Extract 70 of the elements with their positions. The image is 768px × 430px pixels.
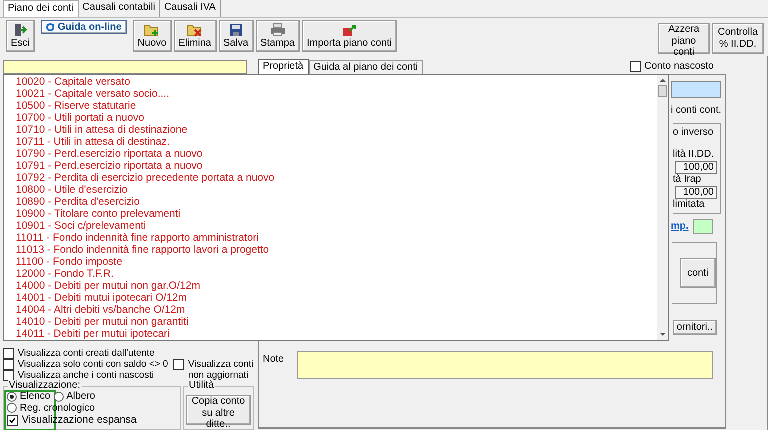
help-button[interactable]: Guida on-line [40, 20, 127, 34]
check-icon [9, 417, 16, 424]
accounts-button[interactable]: conti [680, 258, 716, 288]
account-item[interactable]: 10791 - Perd.esercizio riportata a nuovo [16, 160, 657, 172]
tab[interactable]: Causali contabili [78, 0, 160, 17]
account-item[interactable]: 10021 - Capitale versato socio.... [16, 88, 657, 100]
filter-checkbox[interactable]: Visualizza solo conti con saldo <> 0 [3, 359, 168, 370]
tab[interactable]: Piano dei conti [3, 0, 79, 17]
input-field[interactable] [692, 219, 713, 234]
tab[interactable]: Guida al piano dei conti [308, 60, 424, 74]
hidden-account-checkbox[interactable]: Conto nascosto [630, 61, 714, 72]
suppliers-button[interactable]: ornitori.. [672, 320, 717, 335]
printer-icon [270, 23, 286, 37]
account-item[interactable]: 10792 - Perdita di esercizio precedente portata a nuovo [16, 172, 657, 184]
note-label: Note [262, 353, 286, 365]
field-label: i conti cont. [671, 105, 722, 117]
account-item[interactable]: 10901 - Soci c/prelevamenti [16, 220, 657, 232]
link[interactable]: mp. [671, 221, 689, 232]
account-item[interactable]: 11100 - Fondo imposte [16, 256, 657, 268]
delete-button[interactable]: Elimina [174, 20, 216, 52]
account-item[interactable]: 11011 - Fondo indennità fine rapporto amministratori [16, 232, 657, 244]
account-item[interactable]: 10900 - Titolare conto prelevamenti [16, 208, 657, 220]
percent-field[interactable]: 100,00 [675, 186, 717, 199]
new-button[interactable]: Nuovo [132, 20, 172, 52]
field-label: tà Irap [673, 174, 702, 186]
account-item[interactable]: 10020 - Capitale versato [16, 76, 657, 88]
scrollbar-thumb[interactable] [658, 85, 667, 97]
save-button[interactable]: Salva [218, 20, 254, 52]
account-item[interactable]: 14001 - Debiti mutui ipotecari O/12m [16, 292, 657, 304]
not-updated-checkbox[interactable]: Visualizza conti non aggiornati [173, 359, 254, 381]
down-arrow-icon [658, 332, 666, 338]
account-item[interactable]: 14010 - Debiti per mutui non garantiti [16, 316, 657, 328]
account-item[interactable]: 10800 - Utile d'esercizio [16, 184, 657, 196]
import-icon [342, 23, 358, 37]
filter-checkbox[interactable]: Visualizza conti creati dall'utente [3, 348, 168, 359]
field-label: lità II.DD. [673, 149, 714, 161]
input-field[interactable] [671, 81, 721, 98]
field-label: limitata [673, 199, 705, 211]
note-field[interactable] [297, 351, 713, 379]
account-item[interactable]: 10711 - Utili in attesa di destinaz. [16, 136, 657, 148]
floppy-icon [229, 23, 243, 37]
account-item[interactable]: 10710 - Utili in attesa di destinazione [16, 124, 657, 136]
print-button[interactable]: Stampa [256, 20, 300, 52]
group-title: o inverso [673, 127, 714, 139]
folder-cross-icon [187, 23, 204, 37]
door-icon [13, 23, 28, 37]
tab[interactable]: Proprietà [258, 59, 309, 74]
percent-field[interactable]: 100,00 [675, 161, 717, 174]
account-item[interactable]: 11013 - Fondo indennità fine rapporto lavori a progetto [16, 244, 657, 256]
view-radio[interactable]: Albero [54, 391, 96, 402]
account-item[interactable]: 12000 - Fondo T.F.R. [16, 268, 657, 280]
toolbar-button[interactable]: Azzera piano conti [658, 23, 710, 54]
exit-button[interactable]: Esci [6, 20, 35, 52]
up-arrow-icon [658, 77, 666, 83]
scrollbar[interactable] [657, 75, 668, 340]
tab[interactable]: Causali IVA [160, 0, 221, 17]
account-item[interactable]: 10700 - Utili portati a nuovo [16, 112, 657, 124]
folder-plus-icon [144, 23, 160, 37]
toolbar-button[interactable]: Controlla % II.DD. [712, 23, 764, 54]
copy-button[interactable]: Copia conto su altre ditte.. [186, 395, 251, 425]
account-item[interactable]: 14000 - Debiti per mutui non gar.O/12m [16, 280, 657, 292]
account-item[interactable]: 14004 - Altri debiti vs/banche O/12m [16, 304, 657, 316]
account-item[interactable]: 10500 - Riserve statutarie [16, 100, 657, 112]
account-item[interactable]: 10890 - Perdita d'esercizio [16, 196, 657, 208]
import-button[interactable]: Importa piano conti [302, 20, 398, 52]
account-item[interactable]: 14011 - Debiti per mutui ipotecari [16, 328, 657, 340]
filter-checkbox[interactable]: Visualizza anche i conti nascosti [3, 370, 168, 381]
account-item[interactable]: 10790 - Perd.esercizio riportata a nuovo [16, 148, 657, 160]
view-radio[interactable]: Elenco [7, 391, 51, 402]
search-field[interactable] [3, 60, 247, 74]
